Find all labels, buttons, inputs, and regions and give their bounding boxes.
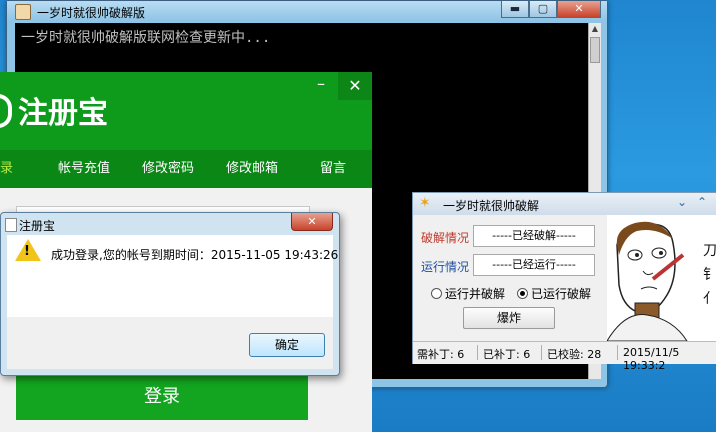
status-need-patch: 需补丁: 6 bbox=[417, 348, 465, 361]
crack-status-field[interactable]: -----已经破解----- bbox=[473, 225, 595, 247]
crack-titlebar[interactable]: ✶ 一岁时就很帅破解 ⌄ ⌃ bbox=[413, 193, 716, 215]
dialog-close-button[interactable]: ✕ bbox=[291, 213, 333, 231]
scroll-thumb[interactable] bbox=[590, 37, 600, 63]
meme-cartoon-face-icon: 刀 钅 亻 bbox=[607, 221, 716, 341]
chevron-up-icon[interactable]: ⌃ bbox=[697, 195, 707, 209]
dialog-title: 注册宝 bbox=[19, 219, 56, 233]
status-divider bbox=[617, 345, 618, 360]
run-status-label: 运行情况 bbox=[421, 260, 470, 274]
ok-button[interactable]: 确定 bbox=[249, 333, 325, 357]
tab-message[interactable]: 留言 bbox=[320, 150, 346, 188]
brand-title: 注册宝 bbox=[18, 96, 108, 131]
maximize-button[interactable]: ▢ bbox=[529, 1, 557, 18]
star-icon: ✶ bbox=[419, 195, 431, 211]
crack-title: 一岁时就很帅破解 bbox=[443, 199, 540, 213]
minimize-button[interactable]: – bbox=[304, 72, 338, 100]
radio-run-and-crack[interactable]: 运行并破解 bbox=[431, 285, 505, 302]
radio-already-running[interactable]: 已运行破解 bbox=[517, 285, 591, 302]
radio-label: 运行并破解 bbox=[445, 287, 506, 301]
status-patched: 已补丁: 6 bbox=[483, 348, 531, 361]
console-title: 一岁时就很帅破解版 bbox=[37, 6, 146, 20]
crack-status-label: 破解情况 bbox=[421, 231, 470, 245]
run-status-field[interactable]: -----已经运行----- bbox=[473, 254, 595, 276]
scroll-up-icon[interactable]: ▲ bbox=[589, 23, 601, 35]
console-titlebar[interactable]: 一岁时就很帅破解版 ▬ ▢ ✕ bbox=[7, 1, 607, 21]
login-button[interactable]: 登录 bbox=[16, 374, 308, 420]
radio-label: 已运行破解 bbox=[531, 287, 592, 301]
close-button[interactable]: ✕ bbox=[557, 1, 601, 18]
tab-change-password[interactable]: 修改密码 bbox=[142, 150, 194, 188]
register-header: 注册宝 – ✕ bbox=[0, 72, 372, 150]
svg-text:刀: 刀 bbox=[703, 243, 716, 259]
tab-recharge[interactable]: 帐号充值 bbox=[58, 150, 110, 188]
explode-button[interactable]: 爆炸 bbox=[463, 307, 555, 329]
logo-icon bbox=[0, 94, 12, 128]
svg-text:钅: 钅 bbox=[703, 267, 716, 283]
tab-change-email[interactable]: 修改邮箱 bbox=[226, 150, 278, 188]
register-nav: 录 帐号充值 修改密码 修改邮箱 留言 bbox=[0, 150, 372, 188]
radio-dot[interactable] bbox=[431, 288, 442, 299]
dialog-app-icon bbox=[5, 218, 17, 232]
status-datetime: 2015/11/5 19:33:2 bbox=[623, 346, 680, 372]
svg-text:亻: 亻 bbox=[703, 291, 716, 307]
radio-dot-selected[interactable] bbox=[517, 288, 528, 299]
crack-panel: 破解情况 -----已经破解----- 运行情况 -----已经运行----- … bbox=[413, 215, 607, 341]
warning-icon-mark: ! bbox=[24, 244, 30, 259]
tab-login[interactable]: 录 bbox=[0, 150, 13, 188]
dialog-message: 成功登录,您的帐号到期时间：2015-11-05 19:43:26 bbox=[51, 248, 339, 262]
message-dialog: 注册宝 ✕ ! 成功登录,您的帐号到期时间：2015-11-05 19:43:2… bbox=[0, 212, 340, 376]
minimize-button[interactable]: ▬ bbox=[501, 1, 529, 18]
status-bar: 需补丁: 6 已补丁: 6 已校验: 28 2015/11/5 19:33:2 bbox=[413, 341, 716, 372]
meme-image: 刀 钅 亻 bbox=[607, 215, 716, 341]
crack-tool-window: ✶ 一岁时就很帅破解 ⌄ ⌃ 破解情况 -----已经破解----- 运行情况 … bbox=[412, 192, 716, 372]
console-app-icon bbox=[15, 4, 31, 20]
status-verified: 已校验: 28 bbox=[547, 348, 602, 361]
status-divider bbox=[541, 345, 542, 360]
close-button[interactable]: ✕ bbox=[338, 72, 372, 100]
status-divider bbox=[477, 345, 478, 360]
chevron-down-icon[interactable]: ⌄ bbox=[677, 195, 687, 209]
